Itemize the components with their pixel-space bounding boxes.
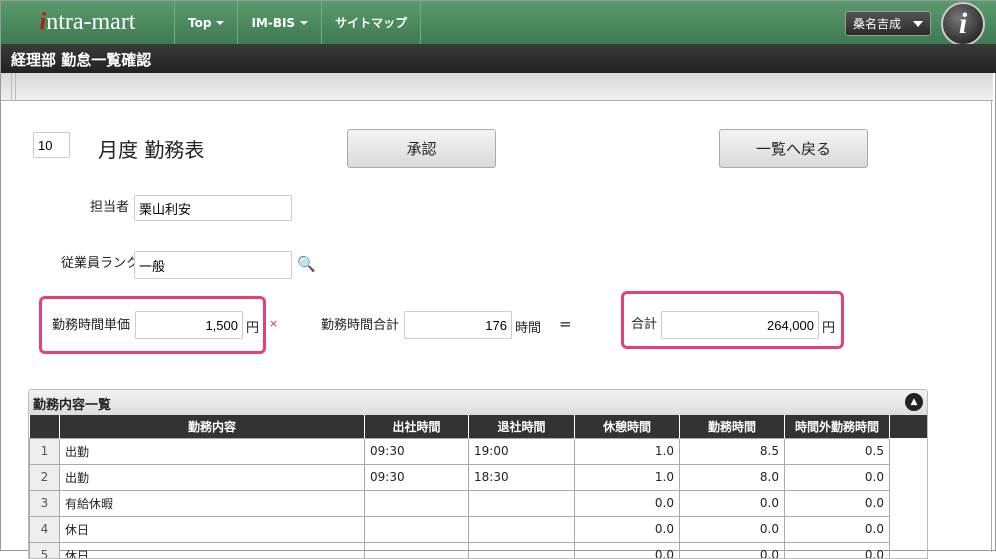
work-content: 休日 [59, 515, 365, 543]
break-hours: 0.0 [574, 489, 680, 517]
nav-sitemap[interactable]: サイトマップ [322, 1, 422, 44]
work-content: 有給休暇 [59, 489, 365, 517]
user-menu[interactable]: 桑名吉成 [845, 11, 931, 36]
row-number: 4 [29, 515, 60, 543]
work-hours: 0.0 [679, 489, 785, 517]
col-header-end[interactable]: 退社時間 [468, 415, 575, 438]
overtime-hours: 0.5 [784, 437, 890, 465]
search-icon[interactable]: 🔍 [297, 255, 316, 273]
table-row[interactable]: 3 有給休暇 0.0 0.0 0.0 [29, 489, 927, 517]
start-time: 09:30 [364, 437, 469, 465]
person-label: 担当者 [90, 200, 130, 215]
unit-price-label: 勤務時間単価 [52, 318, 131, 333]
col-header-content[interactable]: 勤務内容 [59, 415, 365, 438]
rank-input[interactable] [134, 251, 292, 279]
table-row[interactable]: 2 出勤 09:30 18:30 1.0 8.0 0.0 [29, 463, 927, 491]
blank-cell [889, 438, 927, 464]
col-header-blank [889, 415, 927, 438]
table-header-row: 勤務内容 出社時間 退社時間 休憩時間 勤務時間 時間外勤務時間 [29, 415, 927, 438]
hours-unit-label: 時間 [515, 321, 542, 336]
right-border [991, 101, 992, 552]
person-input[interactable] [134, 195, 292, 221]
toolbar-separator [11, 73, 16, 101]
blank-cell [889, 516, 927, 542]
caret-down-icon [216, 20, 225, 25]
work-content: 出勤 [59, 437, 365, 465]
nav-im-bis[interactable]: IM-BIS [238, 1, 323, 44]
yen-label: 円 [246, 321, 260, 336]
approve-button[interactable]: 承認 [347, 129, 496, 168]
start-time: 09:30 [364, 463, 469, 491]
nav-top[interactable]: Top [175, 1, 239, 44]
work-hours: 8.5 [679, 437, 785, 465]
break-hours: 1.0 [574, 437, 680, 465]
end-time [468, 515, 575, 543]
row-number: 2 [29, 463, 60, 491]
col-header-num [29, 415, 60, 438]
sheet-heading: 月度 勤務表 [98, 138, 205, 162]
col-header-start[interactable]: 出社時間 [364, 415, 469, 438]
end-time: 19:00 [468, 437, 575, 465]
overtime-hours: 0.0 [784, 463, 890, 491]
rank-label: 従業員ランク [61, 256, 140, 271]
yen-label: 円 [822, 321, 836, 336]
nav-label: Top [188, 15, 212, 30]
blank-cell [889, 464, 927, 490]
table-row[interactable]: 1 出勤 09:30 19:00 1.0 8.5 0.5 [29, 437, 927, 465]
collapse-up-icon[interactable]: ▲ [905, 393, 923, 411]
work-hours: 8.0 [679, 463, 785, 491]
col-header-work[interactable]: 勤務時間 [679, 415, 785, 438]
row-number: 3 [29, 489, 60, 517]
work-hours: 0.0 [679, 515, 785, 543]
equals-sign: = [559, 315, 572, 333]
work-table: 勤務内容 出社時間 退社時間 休憩時間 勤務時間 時間外勤務時間 1 出勤 09:3… [29, 415, 927, 558]
unit-price-input[interactable] [135, 311, 243, 339]
panel-header: 勤務内容一覧 ▲ [29, 390, 927, 415]
work-list-panel: 勤務内容一覧 ▲ 勤務内容 出社時間 退社時間 休憩時間 勤務時間 時間外勤務時間… [28, 389, 928, 559]
panel-title: 勤務内容一覧 [33, 398, 112, 413]
total-label: 合計 [631, 317, 658, 332]
start-time [364, 489, 469, 517]
hours-total-label: 勤務時間合計 [321, 318, 400, 333]
end-time: 18:30 [468, 463, 575, 491]
overtime-hours: 0.0 [784, 515, 890, 543]
nav-label: IM-BIS [251, 15, 296, 30]
row-number: 1 [29, 437, 60, 465]
overtime-hours: 0.0 [784, 489, 890, 517]
table-row[interactable]: 4 休日 0.0 0.0 0.0 [29, 515, 927, 543]
break-hours: 1.0 [574, 463, 680, 491]
start-time [364, 515, 469, 543]
intra-mart-logo[interactable]: i ntra-mart [1, 1, 175, 44]
col-header-break[interactable]: 休憩時間 [574, 415, 680, 438]
nav-label: サイトマップ [335, 16, 408, 30]
user-name: 桑名吉成 [853, 17, 902, 31]
caret-down-icon [300, 20, 309, 25]
end-time [468, 489, 575, 517]
work-content: 出勤 [59, 463, 365, 491]
month-input[interactable] [33, 132, 70, 158]
back-to-list-button[interactable]: 一覧へ戻る [719, 129, 868, 168]
times-sign: × [269, 317, 279, 330]
toolbar [1, 73, 993, 101]
break-hours: 0.0 [574, 515, 680, 543]
hours-total-input[interactable] [404, 311, 512, 339]
blank-cell [889, 490, 927, 516]
caret-down-icon [913, 20, 923, 27]
total-input[interactable] [661, 311, 819, 339]
intra-mart-i-icon[interactable]: i [941, 2, 985, 46]
col-header-overtime[interactable]: 時間外勤務時間 [784, 415, 890, 438]
page-title: 経理部 勤怠一覧確認 [1, 44, 996, 73]
